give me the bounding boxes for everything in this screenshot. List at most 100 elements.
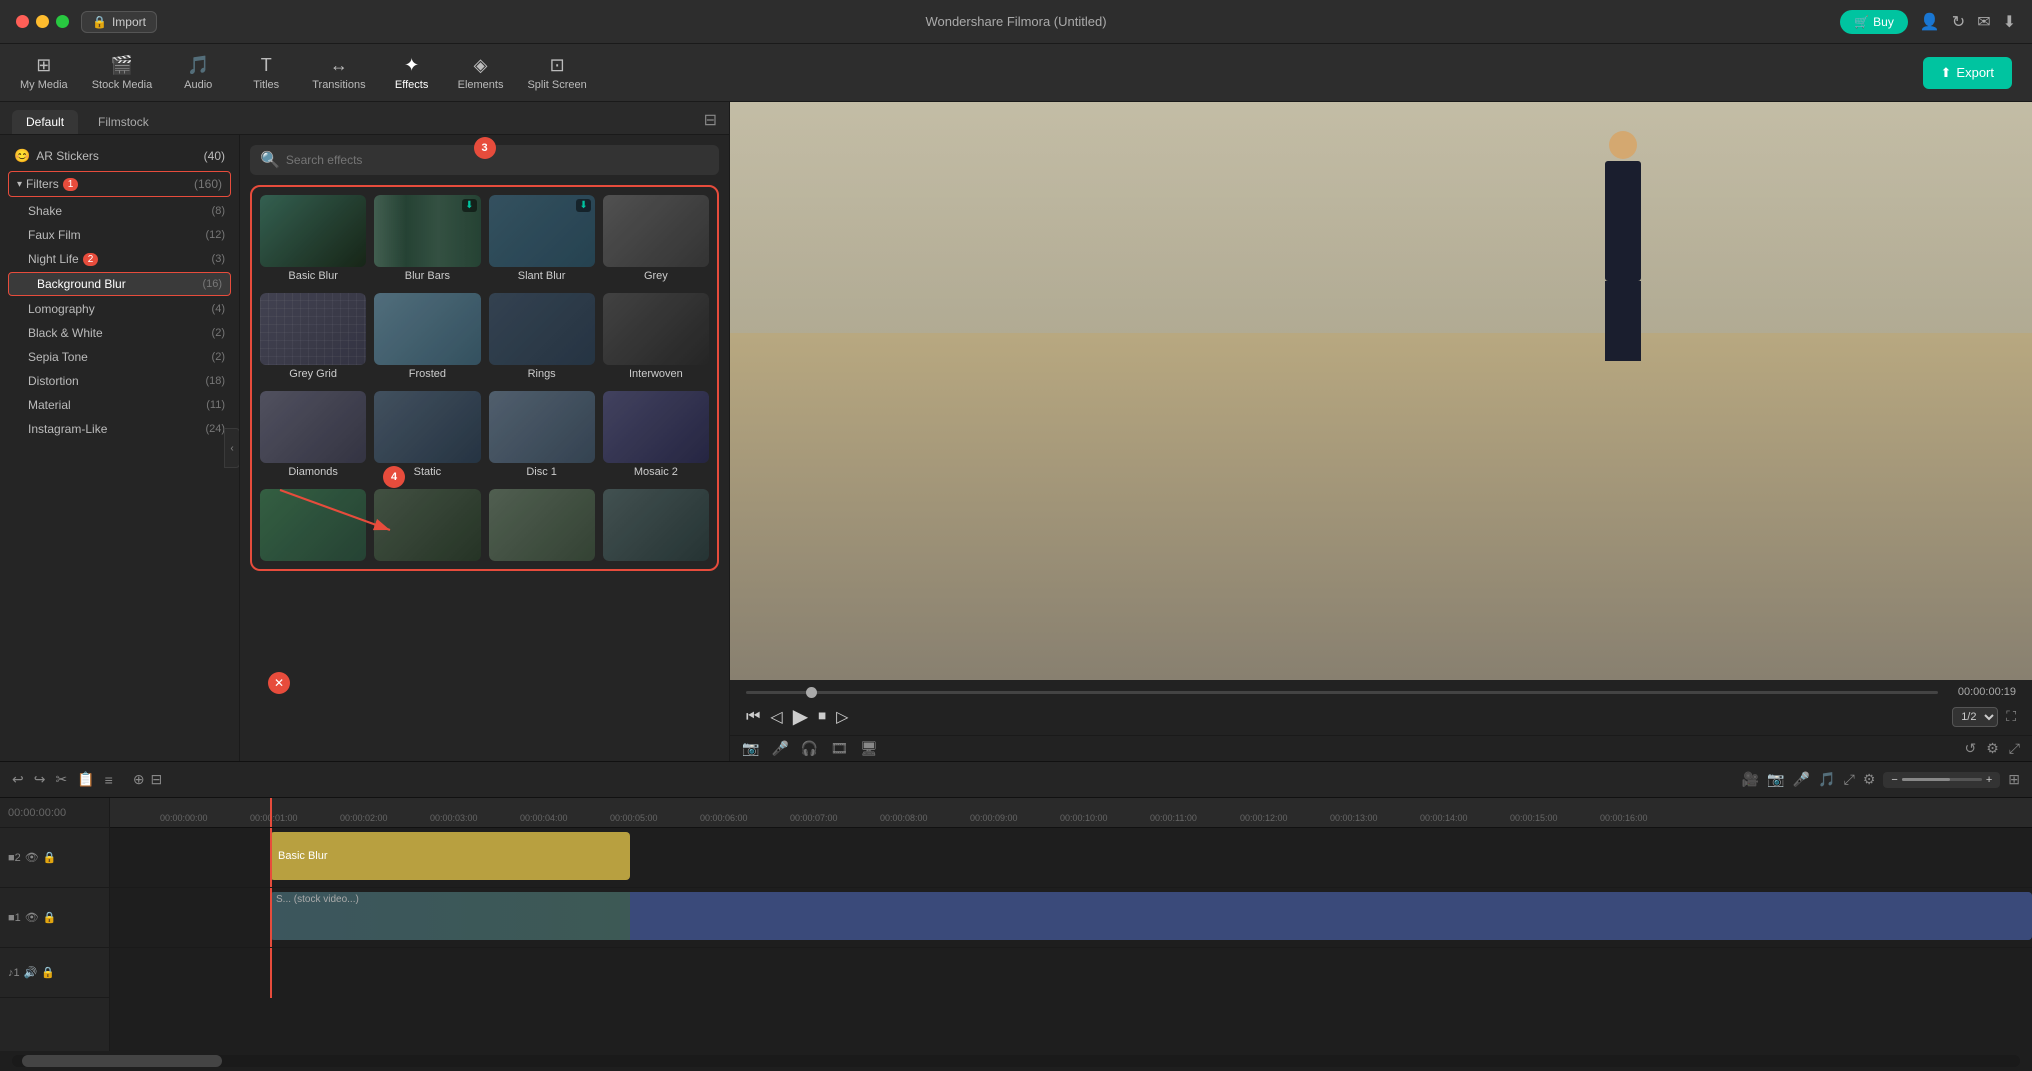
- effect-row4a[interactable]: [260, 489, 366, 561]
- effect-disc1[interactable]: Disc 1: [489, 391, 595, 481]
- playhead-marker[interactable]: ✕: [268, 672, 290, 694]
- camera-icon[interactable]: 📷: [742, 740, 759, 757]
- video-icon[interactable]: 🎥: [1742, 771, 1759, 788]
- effect-row4d[interactable]: [603, 489, 709, 561]
- zoom-minus-icon[interactable]: −: [1891, 774, 1897, 786]
- close-button[interactable]: [16, 15, 29, 28]
- undo-icon[interactable]: ↺: [1965, 740, 1977, 757]
- sidebar-filters-section[interactable]: ▾ Filters 1 (160): [8, 171, 231, 197]
- track-2-number: ■2: [8, 852, 21, 864]
- lock-icon-track2[interactable]: 🔒: [43, 851, 57, 864]
- mic-icon[interactable]: 🎤: [771, 740, 788, 757]
- effect-interwoven[interactable]: Interwoven: [603, 293, 709, 383]
- zoom-plus-icon[interactable]: +: [1986, 774, 1992, 786]
- webcam-icon[interactable]: 📷: [1767, 771, 1784, 788]
- frame-back-button[interactable]: ◁: [770, 707, 782, 727]
- download-icon[interactable]: ⬇: [2003, 12, 2016, 32]
- tab-default[interactable]: Default: [12, 110, 78, 134]
- export-timeline-icon[interactable]: ⤢: [1844, 771, 1855, 788]
- user-icon[interactable]: 👤: [1920, 12, 1940, 32]
- grid-view-icon[interactable]: ⊟: [704, 110, 717, 134]
- effect-row4b[interactable]: [374, 489, 480, 561]
- settings-icon[interactable]: ⚙: [1986, 740, 1999, 757]
- sidebar-item-night-life[interactable]: Night Life 2 (3): [0, 247, 239, 271]
- effect-diamonds[interactable]: Diamonds: [260, 391, 366, 481]
- effect-slant-blur[interactable]: ⬇ Slant Blur: [489, 195, 595, 285]
- eye-icon-track1[interactable]: 👁: [25, 911, 39, 924]
- playback-scrubber[interactable]: [746, 691, 1938, 694]
- toolbar-effects[interactable]: ✦ Effects: [390, 55, 434, 91]
- redo-timeline-icon[interactable]: ↪: [34, 771, 46, 788]
- toolbar-my-media[interactable]: ⊞ My Media: [20, 55, 68, 91]
- speaker-icon[interactable]: 🔊: [24, 966, 38, 979]
- ruler-mark-3: 00:00:03:00: [430, 813, 520, 823]
- sidebar-item-distortion[interactable]: Distortion (18): [0, 369, 239, 393]
- toolbar-audio[interactable]: 🎵 Audio: [176, 55, 220, 91]
- effect-basic-blur[interactable]: Basic Blur: [260, 195, 366, 285]
- search-input[interactable]: [286, 153, 709, 167]
- skip-back-button[interactable]: ⏮: [746, 708, 760, 726]
- list-icon[interactable]: ≡: [105, 772, 113, 788]
- buy-button[interactable]: 🛒 Buy: [1840, 10, 1908, 34]
- effect-mosaic2[interactable]: Mosaic 2: [603, 391, 709, 481]
- effect-grey-grid[interactable]: Grey Grid: [260, 293, 366, 383]
- film-icon[interactable]: 🎞: [830, 740, 848, 757]
- sidebar-item-shake[interactable]: Shake (8): [0, 199, 239, 223]
- frame-forward-button[interactable]: ▷: [836, 707, 848, 727]
- toolbar-elements[interactable]: ◈ Elements: [458, 55, 504, 91]
- add-track-icon[interactable]: ⊕: [133, 771, 145, 788]
- sidebar-item-ar-stickers[interactable]: 😊 AR Stickers (40): [0, 143, 239, 169]
- sidebar-collapse-button[interactable]: ‹: [224, 428, 240, 468]
- monitor-icon[interactable]: 🖥: [860, 740, 878, 757]
- basic-blur-clip[interactable]: Basic Blur: [270, 832, 630, 880]
- eye-icon-track2[interactable]: 👁: [25, 851, 39, 864]
- minimize-button[interactable]: [36, 15, 49, 28]
- stop-button[interactable]: ⏹: [818, 708, 826, 726]
- zoom-bar[interactable]: [1902, 778, 1982, 781]
- effect-row4c[interactable]: [489, 489, 595, 561]
- sidebar-item-faux-film[interactable]: Faux Film (12): [0, 223, 239, 247]
- snap-icon[interactable]: ⊟: [151, 771, 163, 788]
- settings-timeline-icon[interactable]: ⚙: [1863, 771, 1876, 788]
- headphone-icon[interactable]: 🎧: [801, 740, 818, 757]
- toolbar-stock-media[interactable]: 🎬 Stock Media: [92, 55, 153, 91]
- cut-icon[interactable]: ✂: [55, 771, 67, 788]
- fullscreen-icon[interactable]: ⛶: [2006, 708, 2016, 725]
- sidebar-item-material[interactable]: Material (11): [0, 393, 239, 417]
- ruler-mark-13: 00:00:13:00: [1330, 813, 1420, 823]
- copy-icon[interactable]: 📋: [77, 771, 94, 788]
- tab-filmstock[interactable]: Filmstock: [84, 110, 163, 134]
- sidebar-item-background-blur[interactable]: Background Blur (16): [8, 272, 231, 296]
- mic-timeline-icon[interactable]: 🎤: [1793, 771, 1810, 788]
- sidebar-item-instagram-like[interactable]: Instagram-Like (24): [0, 417, 239, 441]
- expand-icon[interactable]: ⤢: [2009, 740, 2020, 757]
- mail-icon[interactable]: ✉: [1977, 12, 1990, 32]
- audio-timeline-icon[interactable]: 🎵: [1818, 771, 1835, 788]
- undo-timeline-icon[interactable]: ↩: [12, 771, 24, 788]
- export-button[interactable]: ⬆ Export: [1923, 57, 2012, 89]
- grid-timeline-icon[interactable]: ⊞: [2008, 771, 2020, 788]
- effect-blur-bars[interactable]: ⬇ Blur Bars: [374, 195, 480, 285]
- lock-icon-track1[interactable]: 🔒: [43, 911, 57, 924]
- maximize-button[interactable]: [56, 15, 69, 28]
- ruler-mark-12: 00:00:12:00: [1240, 813, 1330, 823]
- lock-icon: 🔒: [92, 15, 107, 29]
- timeline-tracks[interactable]: 00:00:00:00 00:00:01:00 00:00:02:00 00:0…: [110, 798, 2032, 1051]
- lock-icon-audio[interactable]: 🔒: [41, 966, 55, 979]
- sidebar-item-black-white[interactable]: Black & White (2): [0, 321, 239, 345]
- toolbar-split-screen[interactable]: ⊡ Split Screen: [527, 55, 586, 91]
- play-button[interactable]: ▶: [793, 704, 808, 729]
- horizontal-scrollbar[interactable]: [12, 1055, 2020, 1067]
- import-button[interactable]: 🔒 Import: [81, 11, 157, 33]
- refresh-icon[interactable]: ↻: [1952, 12, 1965, 32]
- effect-grey[interactable]: Grey: [603, 195, 709, 285]
- toolbar-transitions[interactable]: ↔ Transitions: [312, 55, 365, 91]
- sidebar-item-sepia-tone[interactable]: Sepia Tone (2): [0, 345, 239, 369]
- toolbar-titles[interactable]: T Titles: [244, 55, 288, 91]
- effect-rings[interactable]: Rings: [489, 293, 595, 383]
- window-title: Wondershare Filmora (Untitled): [925, 14, 1106, 29]
- effect-frosted[interactable]: Frosted: [374, 293, 480, 383]
- titles-icon: T: [261, 55, 272, 76]
- speed-select[interactable]: 1/2 1/1 2/1: [1952, 707, 1998, 727]
- sidebar-item-lomography[interactable]: Lomography (4): [0, 297, 239, 321]
